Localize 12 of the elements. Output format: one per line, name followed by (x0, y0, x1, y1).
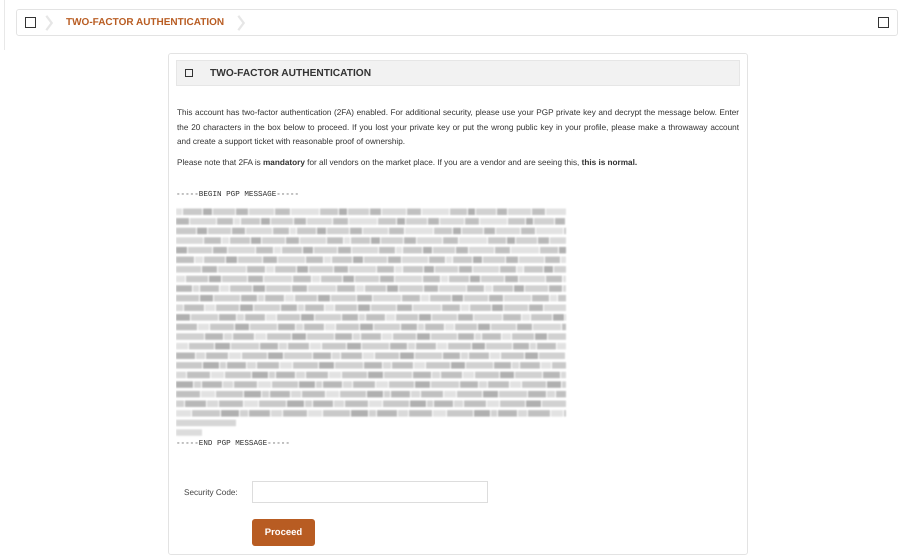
chevron-icon (44, 14, 54, 32)
paragraph: Please note that 2FA is mandatory for all vendors on the market place. If you are a vendor and are seeing this, this is normal. (176, 156, 638, 169)
breadcrumb-link[interactable]: TWO-FACTOR AUTHENTICATION (66, 17, 224, 28)
square-icon (878, 17, 889, 28)
square-icon (25, 17, 36, 28)
panel-title: TWO-FACTOR AUTHENTICATION (210, 68, 372, 78)
square-icon (185, 69, 193, 77)
field-label: Security Code: (184, 488, 239, 496)
proceed-button[interactable]: Proceed (252, 519, 315, 546)
security-code-field[interactable] (252, 481, 488, 503)
paragraph: This account has two-factor authentication (2FA) enabled. For additional security, please use your PGP private key and decrypt the message below. Enter the 20 characters in the box below to proceed. If you lost your private key or put the wrong public key in your profile, please make a throwaway account and create a support ticket with reasonable proof of ownership. (176, 107, 740, 148)
chevron-icon (236, 14, 246, 32)
